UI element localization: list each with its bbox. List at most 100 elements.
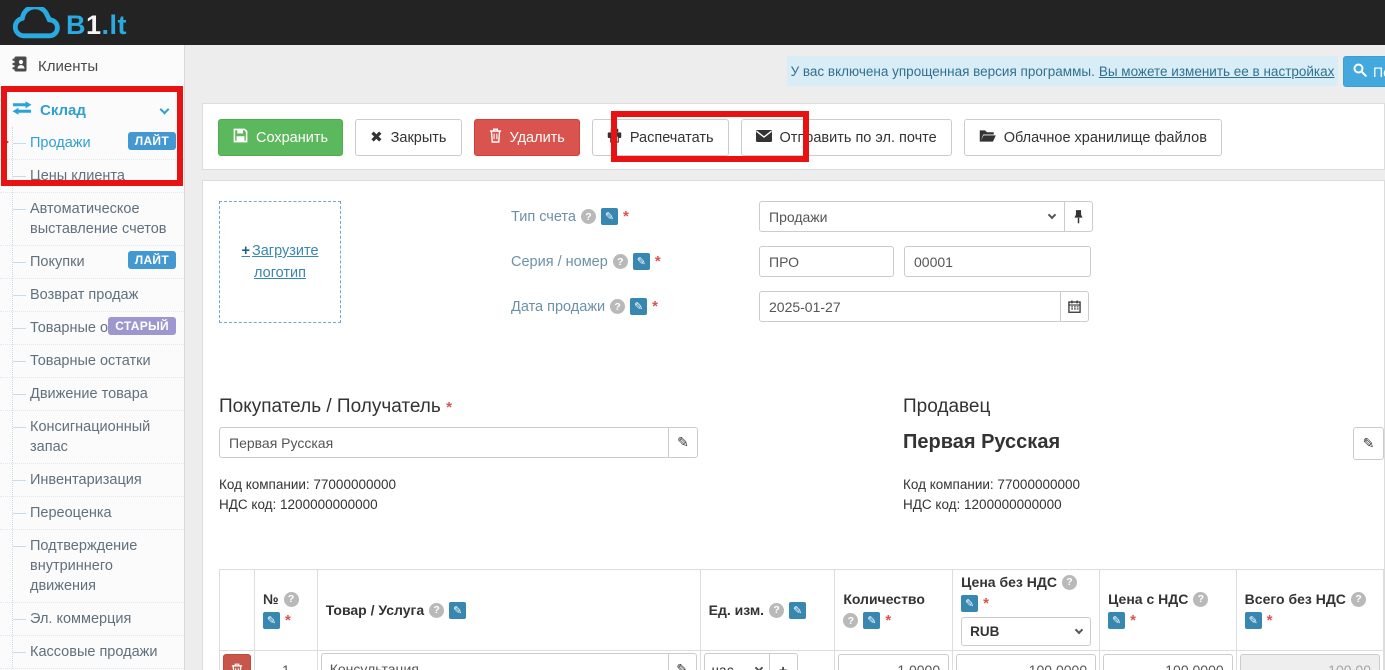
help-icon[interactable]: ?: [610, 299, 625, 314]
product-column-header: Товар / Услуга?✎: [317, 570, 700, 651]
sidebar-item-inventory[interactable]: Инвентаризация: [0, 464, 184, 497]
edit-field-icon[interactable]: ✎: [1245, 612, 1262, 629]
sidebar-item-ecommerce[interactable]: Эл. коммерция: [0, 603, 184, 636]
settings-link[interactable]: Вы можете изменить ее в настройках: [1099, 64, 1335, 79]
sidebar-item-internal-movement[interactable]: Подтверждение внутриннего движения: [0, 530, 184, 603]
seller-edit-button[interactable]: ✎: [1353, 427, 1384, 460]
sidebar-item-sales[interactable]: ПродажиЛАЙТ: [0, 127, 184, 160]
notification-bar: У вас включена упрощенная версия програм…: [787, 56, 1338, 86]
edit-field-icon[interactable]: ✎: [863, 612, 880, 629]
edit-field-icon[interactable]: ✎: [789, 602, 806, 619]
sidebar-item-auto-invoicing[interactable]: Автоматическое выставление счетов: [0, 193, 184, 246]
support-button[interactable]: Поддержка: [1343, 56, 1385, 87]
sidebar-clients-label: Клиенты: [38, 58, 98, 75]
sidebar-item-label: Продажи: [30, 135, 91, 151]
help-icon[interactable]: ?: [1062, 575, 1077, 590]
brand-text: B1.lt: [66, 12, 127, 39]
upload-logo-link[interactable]: +Загрузите логотип: [241, 240, 318, 284]
help-icon[interactable]: ?: [581, 209, 596, 224]
invoice-type-label: Тип счета ? ✎ *: [511, 201, 629, 232]
edit-field-icon[interactable]: ✎: [630, 298, 647, 315]
sidebar-item-stock[interactable]: Товарные остатки: [0, 345, 184, 378]
help-icon[interactable]: ?: [1351, 592, 1366, 607]
upload-logo-dropzone[interactable]: +Загрузите логотип: [219, 201, 341, 323]
seller-name: Первая Русская: [903, 431, 1060, 454]
sidebar-item-purchases[interactable]: ПокупкиЛАЙТ: [0, 246, 184, 279]
sidebar-item-label: Возврат продаж: [30, 287, 138, 303]
sidebar-item-revaluation[interactable]: Переоценка: [0, 497, 184, 530]
sale-date-input[interactable]: 2025-01-27: [759, 291, 1061, 322]
buyer-title: Покупатель / Получатель *: [219, 396, 452, 418]
product-input[interactable]: Консультация: [321, 653, 669, 670]
invoice-type-control: Продажи: [759, 201, 1093, 232]
currency-select[interactable]: RUB: [961, 617, 1091, 646]
buyer-name-input[interactable]: Первая Русская: [219, 427, 669, 458]
required-asterisk: *: [1130, 612, 1136, 629]
top-bar: B1.lt: [0, 0, 1385, 45]
help-icon[interactable]: ?: [613, 254, 628, 269]
row-delete-cell: [220, 651, 255, 670]
edit-field-icon[interactable]: ✎: [449, 602, 466, 619]
sidebar-group-sklad[interactable]: Склад: [0, 88, 184, 127]
sidebar-item-stock-old[interactable]: Товарные остСТАРЫЙ: [0, 312, 184, 345]
sidebar-item-client-prices[interactable]: Цены клиента: [0, 160, 184, 193]
app-root: B1.lt Клиенты: [0, 0, 1385, 670]
unit-select[interactable]: час: [704, 653, 770, 670]
toolbar: Сохранить ✖ Закрыть Удалить: [218, 119, 1222, 156]
plus-icon: +: [241, 243, 249, 259]
required-asterisk: *: [1267, 612, 1273, 629]
chevron-down-icon: [754, 664, 762, 670]
row-product-cell: Консультация ✎: [317, 651, 700, 670]
seller-company-code: Код компании: 77000000000: [903, 475, 1080, 495]
brand-logo[interactable]: B1.lt: [10, 7, 127, 39]
series-number-label: Серия / номер ? ✎ *: [511, 246, 661, 277]
pin-button[interactable]: [1064, 201, 1093, 232]
help-icon[interactable]: ?: [284, 592, 299, 607]
invoice-type-select[interactable]: Продажи: [759, 201, 1065, 232]
price-with-vat-input[interactable]: 100,0000: [1103, 654, 1233, 670]
edit-field-icon[interactable]: ✎: [601, 208, 618, 225]
help-icon[interactable]: ?: [429, 603, 444, 618]
buyer-edit-button[interactable]: ✎: [668, 427, 698, 458]
edit-field-icon[interactable]: ✎: [961, 595, 978, 612]
print-button[interactable]: Распечатать: [592, 119, 729, 156]
series-input[interactable]: ПРО: [759, 246, 894, 277]
quantity-input[interactable]: 1,0000: [838, 654, 949, 670]
sidebar-item-label: Кассовые продажи: [30, 644, 157, 660]
close-button[interactable]: ✖ Закрыть: [355, 119, 461, 156]
cloud-icon: [10, 7, 62, 39]
save-button[interactable]: Сохранить: [218, 119, 343, 156]
product-edit-button[interactable]: ✎: [668, 653, 697, 670]
delete-column-header: [220, 570, 255, 651]
sidebar-item-label: Переоценка: [30, 505, 112, 521]
sidebar-item-consignment[interactable]: Консигнационный запас: [0, 411, 184, 464]
edit-field-icon[interactable]: ✎: [633, 253, 650, 270]
sidebar-item-clients[interactable]: Клиенты: [0, 45, 184, 88]
calendar-button[interactable]: [1060, 291, 1089, 322]
add-unit-button[interactable]: +: [769, 653, 798, 670]
send-email-button[interactable]: Отправить по эл. почте: [741, 119, 952, 156]
invoice-form-panel: +Загрузите логотип Тип счета ? ✎ * Прода…: [202, 180, 1385, 670]
number-input[interactable]: 00001: [904, 246, 1091, 277]
envelope-icon: [756, 130, 772, 146]
sidebar-sklad-label: Склад: [40, 102, 86, 119]
price-no-vat-column-header: Цена без НДС?✎* RUB: [953, 570, 1100, 651]
delete-button[interactable]: Удалить: [474, 119, 580, 156]
row-delete-button[interactable]: [223, 654, 251, 670]
help-icon[interactable]: ?: [843, 613, 858, 628]
help-icon[interactable]: ?: [1193, 592, 1208, 607]
required-asterisk: *: [885, 612, 891, 629]
price-with-vat-column-header: Цена с НДС?✎*: [1100, 570, 1237, 651]
sidebar-item-cash-sales[interactable]: Кассовые продажи: [0, 636, 184, 669]
edit-field-icon[interactable]: ✎: [263, 612, 280, 629]
sale-date-control: 2025-01-27: [759, 291, 1089, 322]
chevron-down-icon: [1048, 211, 1056, 219]
sidebar-item-sales-returns[interactable]: Возврат продаж: [0, 279, 184, 312]
support-label: Поддержка: [1373, 64, 1385, 80]
cloud-storage-button[interactable]: Облачное хранилище файлов: [964, 119, 1222, 156]
unit-column-header: Ед. изм.?✎: [700, 570, 835, 651]
edit-field-icon[interactable]: ✎: [1108, 612, 1125, 629]
price-no-vat-input[interactable]: 100,0000: [956, 654, 1096, 670]
sidebar-item-goods-movement[interactable]: Движение товара: [0, 378, 184, 411]
help-icon[interactable]: ?: [769, 603, 784, 618]
